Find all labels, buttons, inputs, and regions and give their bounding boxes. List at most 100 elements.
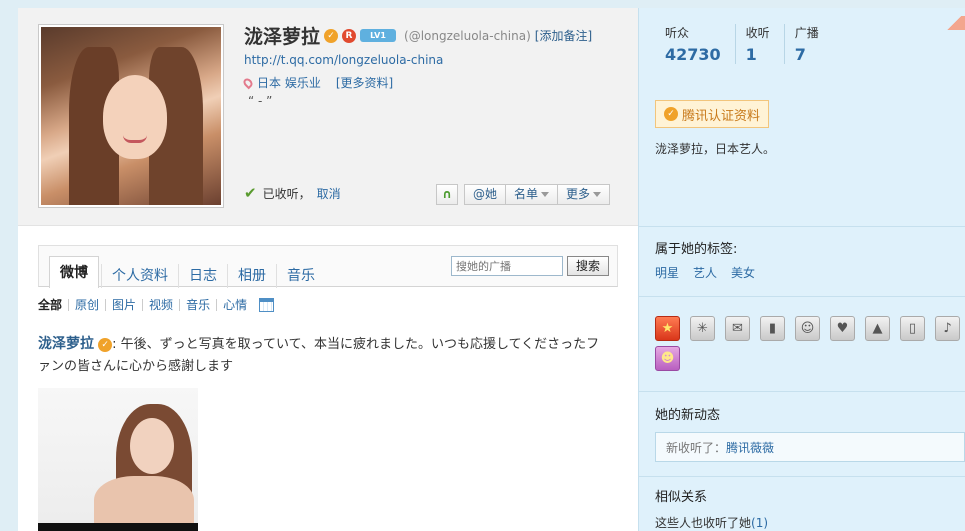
stat-value[interactable]: 1: [746, 45, 770, 64]
search-button[interactable]: 搜索: [567, 256, 609, 276]
similar-relation: 这些人也收听了她(1): [655, 514, 768, 531]
post-text: 午後、ずっと写真を取っていて、本当に疲れました。いつも応援してくださったファンの…: [38, 337, 600, 374]
photo-icon[interactable]: ▲: [865, 316, 890, 341]
follow-status-text: 已收听，: [262, 186, 311, 201]
pengyou-icon[interactable]: ✳: [690, 316, 715, 341]
stat-label: 收听: [745, 26, 770, 40]
stat-value[interactable]: 7: [795, 45, 819, 64]
add-remark-link[interactable]: [添加备注]: [535, 27, 592, 44]
stat-listeners[interactable]: 听众 42730: [655, 24, 735, 64]
mic-icon[interactable]: ♪: [935, 316, 960, 341]
qzone-icon[interactable]: ★: [655, 316, 680, 341]
cancel-follow-link[interactable]: 取消: [317, 185, 341, 202]
tags-title: 属于她的标签:: [655, 242, 738, 257]
news-prefix: 新收听了：: [666, 440, 727, 455]
qqpet-icon[interactable]: ☺: [795, 316, 820, 341]
tag-item[interactable]: 艺人: [693, 264, 717, 281]
stat-broadcasts[interactable]: 广播 7: [783, 24, 833, 64]
similar-count-link[interactable]: (1): [751, 516, 768, 530]
tab-list: 微博 个人资料 日志 相册 音乐: [49, 256, 325, 288]
list-button[interactable]: 名单: [505, 184, 558, 205]
filter-all[interactable]: 全部: [38, 299, 68, 311]
follow-status: ✔ 已收听， 取消: [244, 184, 341, 202]
stat-following[interactable]: 收听 1: [734, 24, 784, 64]
filter-mood[interactable]: 心情: [216, 299, 253, 311]
profile-url-link[interactable]: http://t.qq.com/longzeluola-china: [244, 53, 443, 67]
more-info-link[interactable]: [更多资料]: [336, 74, 393, 91]
vip-icon[interactable]: R: [342, 28, 357, 43]
right-sidebar: 听众 42730 收听 1 广播 7 ✓ 腾讯认证资料 泷泽萝拉，日本艺人。 属…: [638, 8, 965, 531]
tab-weibo[interactable]: 微博: [49, 256, 99, 288]
timeline-tabs-bar: 微博 个人资料 日志 相册 音乐 搜索: [38, 245, 618, 288]
more-button-label: 更多: [566, 187, 591, 201]
stat-label: 广播: [794, 26, 819, 40]
post-body: 泷泽萝拉 ✓: 午後、ずっと写真を取っていて、本当に疲れました。いつも応援してく…: [38, 333, 610, 378]
stat-value[interactable]: 42730: [665, 45, 721, 64]
app-icons-row: ★ ✳ ✉ ▮ ☺ ♥ ▲ ▯ ♪: [655, 316, 960, 341]
filter-images[interactable]: 图片: [105, 299, 142, 311]
post-colon: :: [112, 337, 121, 352]
qqshow-icon[interactable]: ♥: [830, 316, 855, 341]
avatar-photo: [41, 27, 221, 205]
filter-music[interactable]: 音乐: [179, 299, 216, 311]
search-input[interactable]: [451, 256, 563, 276]
divider: [639, 476, 965, 477]
more-button[interactable]: 更多: [557, 184, 611, 205]
tag-item[interactable]: 明星: [655, 264, 679, 281]
divider: [639, 226, 965, 227]
listen-headset-button[interactable]: ∩: [436, 184, 458, 205]
profile-header: 泷泽萝拉 ✓ R LV1 (@longzeluola-china) [添加备注]…: [18, 8, 638, 226]
similar-title: 相似关系: [655, 490, 708, 505]
news-feed-box: 新收听了： 腾讯薇薇: [655, 432, 965, 462]
verified-icon[interactable]: ✓: [324, 28, 339, 43]
mention-button[interactable]: @她: [464, 184, 506, 205]
verify-label: 腾讯认证资料: [682, 108, 761, 124]
calendar-icon[interactable]: [259, 298, 275, 312]
profile-name: 泷泽萝拉: [244, 26, 321, 48]
filter-bar: 全部 原创 图片 视频 音乐 心情: [38, 298, 275, 312]
reader-icon[interactable]: ▮: [760, 316, 785, 341]
tag-item[interactable]: 美女: [731, 264, 755, 281]
profile-quote: “ - ”: [248, 94, 273, 108]
news-user-link[interactable]: 腾讯薇薇: [726, 439, 774, 456]
app-icons-row-2: ☻: [655, 346, 680, 371]
news-title: 她的新动态: [655, 408, 721, 423]
verified-icon: ✓: [98, 337, 113, 352]
main-column: 泷泽萝拉 ✓ R LV1 (@longzeluola-china) [添加备注]…: [18, 8, 638, 531]
post-image[interactable]: [38, 388, 198, 531]
left-margin: [0, 0, 18, 531]
chevron-down-icon: [593, 192, 602, 197]
tab-blog[interactable]: 日志: [178, 264, 227, 288]
chevron-down-icon: [541, 192, 550, 197]
verify-description: 泷泽萝拉，日本艺人。: [655, 142, 776, 156]
check-icon: ✔: [244, 184, 257, 202]
qqgame-icon[interactable]: ☻: [655, 346, 680, 371]
tag-list: 明星 艺人 美女: [655, 264, 755, 281]
stats-row: 听众 42730 收听 1 广播 7: [655, 24, 833, 64]
name-row: 泷泽萝拉 ✓ R LV1 (@longzeluola-china) [添加备注]: [244, 22, 592, 49]
verified-icon: ✓: [664, 107, 678, 121]
list-button-label: 名单: [514, 187, 539, 201]
similar-text: 这些人也收听了她: [655, 516, 752, 530]
tab-music[interactable]: 音乐: [276, 264, 325, 288]
level-badge-icon[interactable]: LV1: [360, 29, 397, 42]
profile-actions: ∩ @她 名单 更多: [436, 184, 611, 205]
mobile-icon[interactable]: ▯: [900, 316, 925, 341]
stat-label: 听众: [665, 26, 690, 40]
avatar[interactable]: [38, 24, 224, 208]
tab-profile[interactable]: 个人资料: [101, 264, 178, 288]
location-text[interactable]: 日本 娱乐业: [257, 74, 321, 91]
verify-info-button[interactable]: ✓ 腾讯认证资料: [655, 100, 770, 128]
post-author-link[interactable]: 泷泽萝拉: [38, 336, 94, 352]
location-pin-icon: [241, 76, 255, 89]
qqmail-icon[interactable]: ✉: [725, 316, 750, 341]
divider: [639, 391, 965, 392]
filter-original[interactable]: 原创: [68, 299, 105, 311]
action-button-group: @她 名单 更多: [464, 184, 611, 205]
profile-handle: (@longzeluola-china): [404, 28, 531, 43]
filter-video[interactable]: 视频: [142, 299, 179, 311]
corner-fold-icon: [943, 16, 965, 30]
divider: [639, 296, 965, 297]
location-row: 日本 娱乐业 [更多资料]: [241, 74, 393, 91]
tab-album[interactable]: 相册: [227, 264, 276, 288]
